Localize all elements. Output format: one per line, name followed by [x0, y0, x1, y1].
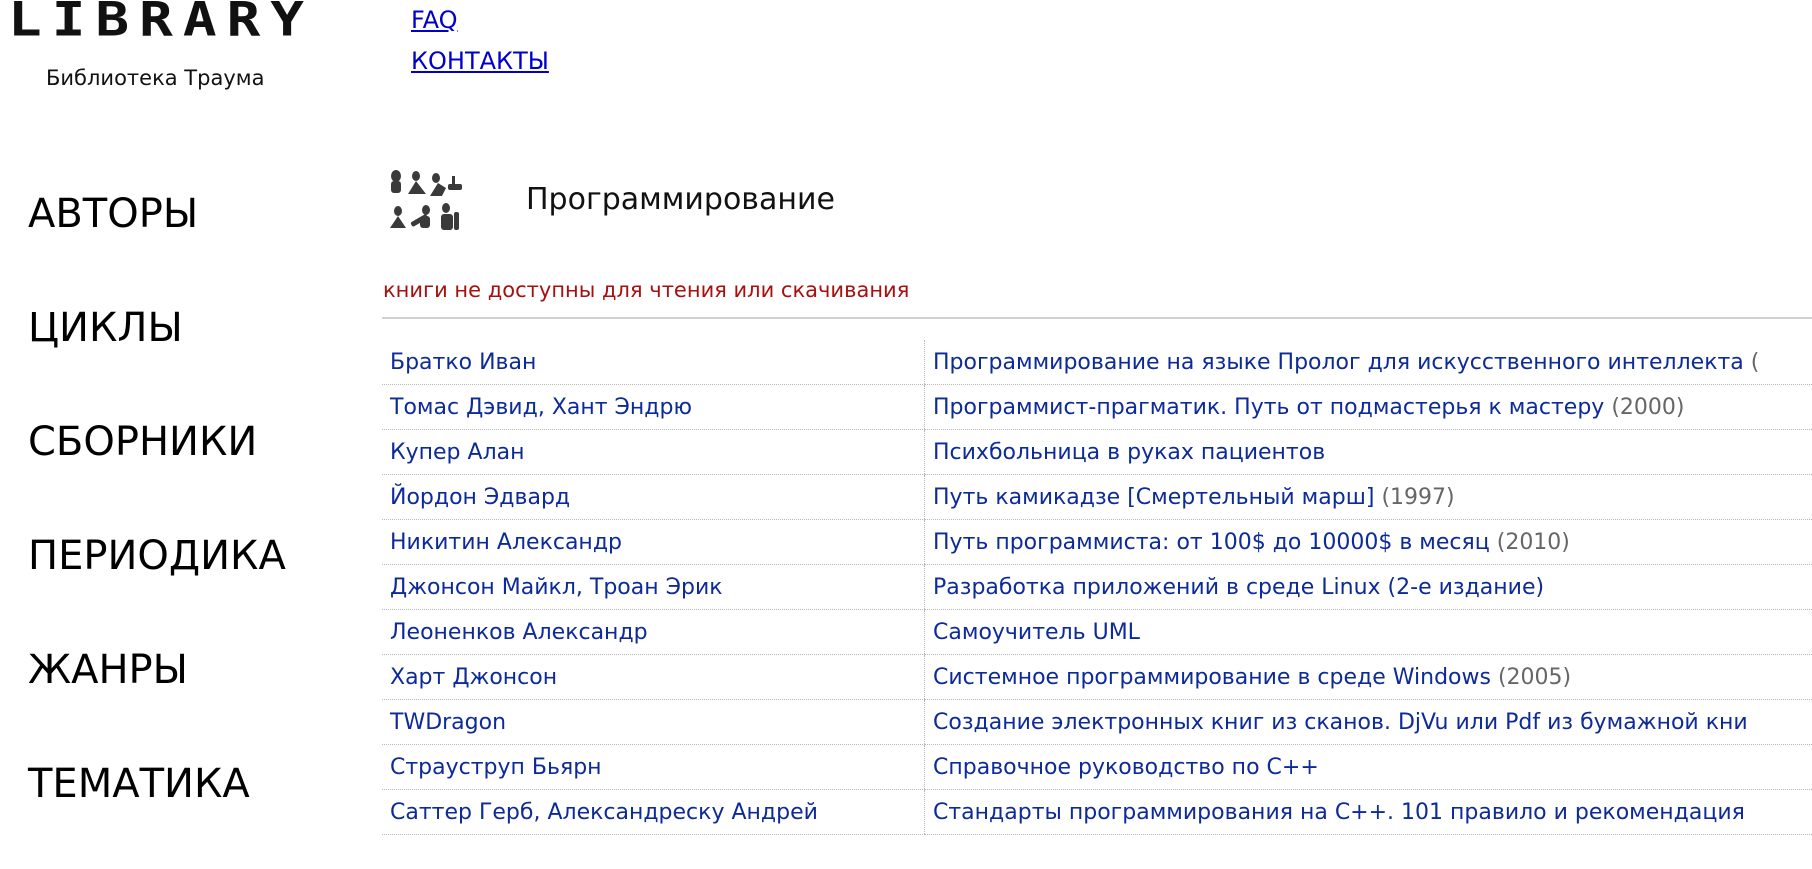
book-authors-cell: TWDragon: [382, 700, 925, 745]
book-year: (1997): [1381, 485, 1454, 510]
book-authors-cell: Томас Дэвид, Хант Эндрю: [382, 385, 925, 430]
book-row: Леоненков Александр Самоучитель UML: [382, 610, 1812, 655]
book-year: (: [1751, 350, 1760, 375]
book-row: Саттер Герб, Александреску Андрей Стандар…: [382, 790, 1812, 835]
book-title-link[interactable]: Системное программирование в среде Windo…: [933, 665, 1491, 690]
book-title-cell: Программирование на языке Пролог для иск…: [925, 340, 1812, 385]
author-link[interactable]: Страуструп Бьярн: [390, 755, 602, 780]
book-title-link[interactable]: Программирование на языке Пролог для иск…: [933, 350, 1744, 375]
author-link[interactable]: Александреску Андрей: [547, 800, 817, 825]
book-row: Джонсон Майкл, Троан Эрик Разработка прил…: [382, 565, 1812, 610]
book-title-link[interactable]: Справочное руководство по C++: [933, 755, 1319, 780]
book-authors-cell: Харт Джонсон: [382, 655, 925, 700]
book-authors-cell: Купер Алан: [382, 430, 925, 475]
nav-authors[interactable]: АВТОРЫ: [28, 185, 286, 299]
book-title-cell: Самоучитель UML: [925, 610, 1812, 655]
book-row: Страуструп Бьярн Справочное руководство п…: [382, 745, 1812, 790]
author-link[interactable]: Йордон Эдвард: [390, 485, 570, 510]
availability-notice: книги не доступны для чтения или скачива…: [383, 278, 909, 302]
book-authors-cell: Джонсон Майкл, Троан Эрик: [382, 565, 925, 610]
book-year: (2010): [1497, 530, 1570, 555]
book-row: Харт Джонсон Системное программирование в…: [382, 655, 1812, 700]
reading-figures-icon: [386, 166, 470, 238]
nav-collections[interactable]: СБОРНИКИ: [28, 413, 286, 527]
book-authors-cell: Леоненков Александр: [382, 610, 925, 655]
book-authors-cell: Саттер Герб, Александреску Андрей: [382, 790, 925, 835]
book-title-cell: Стандарты программирования на С++. 101 п…: [925, 790, 1812, 835]
book-title-link[interactable]: Программист-прагматик. Путь от подмастер…: [933, 395, 1604, 420]
site-subtitle: Библиотека Траума: [46, 66, 264, 90]
divider: [382, 317, 1812, 319]
book-title-link[interactable]: Путь программиста: от 100$ до 10000$ в м…: [933, 530, 1490, 555]
author-link[interactable]: TWDragon: [390, 710, 506, 735]
book-title-link[interactable]: Психбольница в руках пациентов: [933, 440, 1325, 465]
side-nav: АВТОРЫ ЦИКЛЫ СБОРНИКИ ПЕРИОДИКА ЖАНРЫ ТЕ…: [28, 185, 286, 869]
author-link[interactable]: Троан Эрик: [590, 575, 723, 600]
author-separator: ,: [576, 575, 590, 600]
nav-periodicals[interactable]: ПЕРИОДИКА: [28, 527, 286, 641]
site-logo[interactable]: LIBRARY: [8, 0, 314, 47]
author-link[interactable]: Харт Джонсон: [390, 665, 557, 690]
book-title-cell: Создание электронных книг из сканов. DjV…: [925, 700, 1812, 745]
book-row: Томас Дэвид, Хант Эндрю Программист-прагм…: [382, 385, 1812, 430]
book-title-cell: Путь программиста: от 100$ до 10000$ в м…: [925, 520, 1812, 565]
nav-genres[interactable]: ЖАНРЫ: [28, 641, 286, 755]
book-authors-cell: Йордон Эдвард: [382, 475, 925, 520]
book-title-cell: Психбольница в руках пациентов: [925, 430, 1812, 475]
book-title-link[interactable]: Самоучитель UML: [933, 620, 1140, 645]
author-link[interactable]: Леоненков Александр: [390, 620, 648, 645]
book-authors-cell: Никитин Александр: [382, 520, 925, 565]
book-year: (2000): [1611, 395, 1684, 420]
book-title-cell: Справочное руководство по C++: [925, 745, 1812, 790]
book-title-cell: Путь камикадзе [Смертельный марш] (1997): [925, 475, 1812, 520]
nav-series[interactable]: ЦИКЛЫ: [28, 299, 286, 413]
author-link[interactable]: Саттер Герб: [390, 800, 533, 825]
book-row: TWDragon Создание электронных книг из ска…: [382, 700, 1812, 745]
author-link[interactable]: Никитин Александр: [390, 530, 622, 555]
books-table: Братко Иван Программирование на языке Про…: [382, 340, 1812, 835]
top-links: FAQ КОНТАКТЫ: [411, 0, 549, 82]
book-row: Купер Алан Психбольница в руках пациентов: [382, 430, 1812, 475]
book-title-cell: Системное программирование в среде Windo…: [925, 655, 1812, 700]
book-title-link[interactable]: Разработка приложений в среде Linux (2-е…: [933, 575, 1544, 600]
contacts-link[interactable]: КОНТАКТЫ: [411, 41, 549, 82]
author-link[interactable]: Томас Дэвид: [390, 395, 538, 420]
book-title-link[interactable]: Стандарты программирования на С++. 101 п…: [933, 800, 1745, 825]
book-title-cell: Разработка приложений в среде Linux (2-е…: [925, 565, 1812, 610]
book-title-link[interactable]: Путь камикадзе [Смертельный марш]: [933, 485, 1374, 510]
author-link[interactable]: Купер Алан: [390, 440, 525, 465]
author-link[interactable]: Братко Иван: [390, 350, 536, 375]
book-authors-cell: Братко Иван: [382, 340, 925, 385]
author-separator: ,: [533, 800, 547, 825]
book-authors-cell: Страуструп Бьярн: [382, 745, 925, 790]
author-link[interactable]: Хант Эндрю: [552, 395, 692, 420]
book-row: Братко Иван Программирование на языке Про…: [382, 340, 1812, 385]
genre-title: Программирование: [526, 182, 835, 217]
author-link[interactable]: Джонсон Майкл: [390, 575, 576, 600]
author-separator: ,: [538, 395, 552, 420]
book-year: (2005): [1498, 665, 1571, 690]
book-title-link[interactable]: Создание электронных книг из сканов. DjV…: [933, 710, 1748, 735]
book-row: Никитин Александр Путь программиста: от 1…: [382, 520, 1812, 565]
faq-link[interactable]: FAQ: [411, 0, 549, 41]
book-row: Йордон Эдвард Путь камикадзе [Смертельный…: [382, 475, 1812, 520]
book-title-cell: Программист-прагматик. Путь от подмастер…: [925, 385, 1812, 430]
